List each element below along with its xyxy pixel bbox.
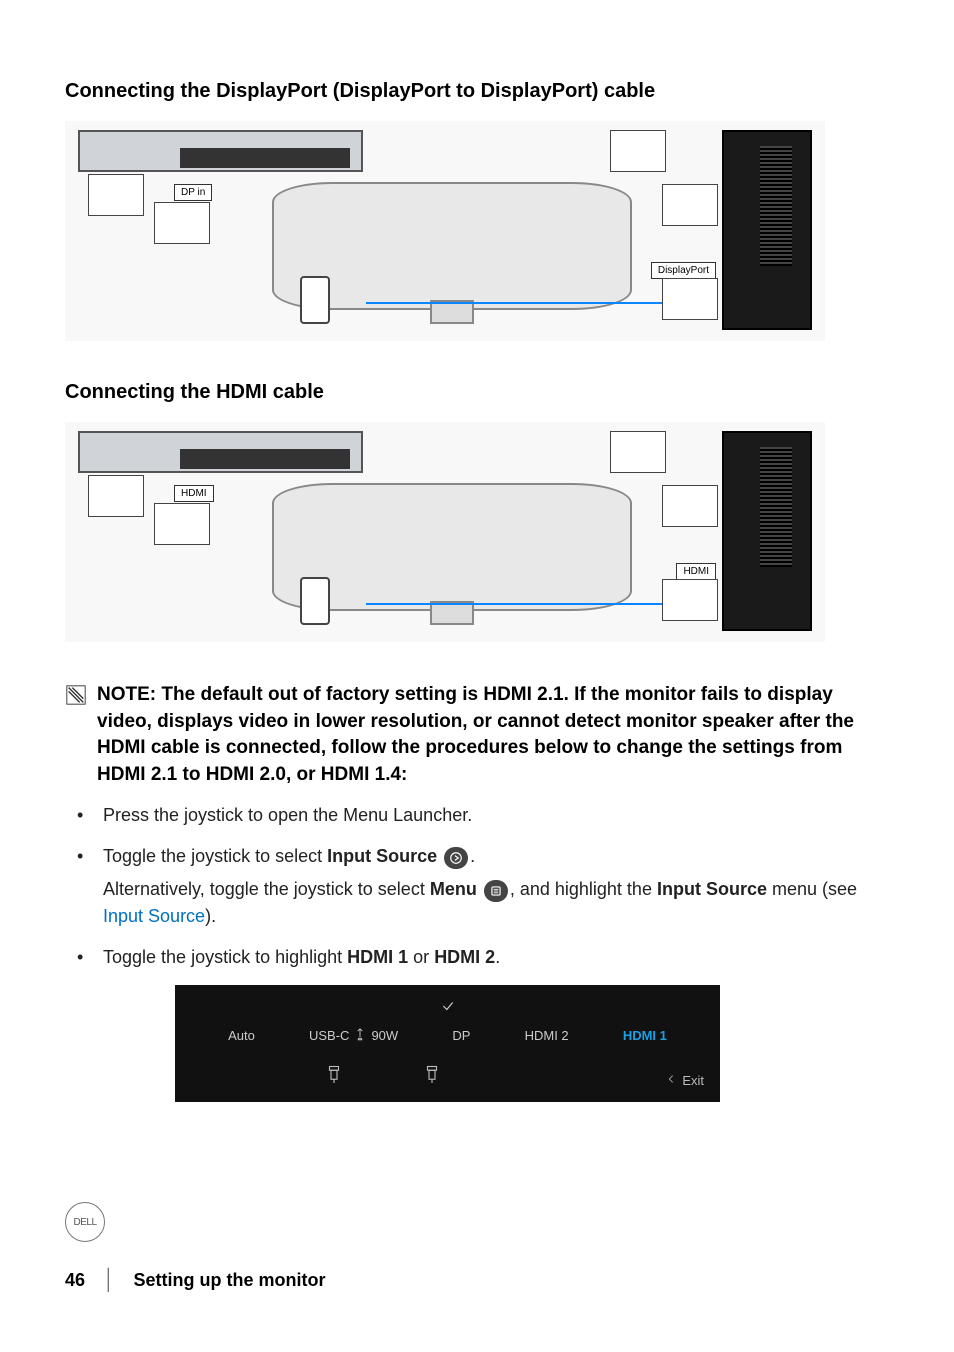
diagram-displayport: DP in DisplayPort [65, 121, 825, 341]
osd-usbc-watt: 90W [371, 1028, 398, 1043]
osd-items-row: Auto USB-C 90W DP HDMI 2 HDMI 1 [175, 1021, 720, 1050]
step-3-post: . [495, 947, 500, 967]
osd-exit[interactable]: Exit [666, 1073, 704, 1088]
footer-section-title: Setting up the monitor [134, 1270, 326, 1291]
osd-item-hdmi2[interactable]: HDMI 2 [525, 1028, 569, 1043]
pc-tower [722, 431, 812, 631]
osd-checkmark-row [175, 999, 720, 1021]
chevron-left-icon [666, 1073, 676, 1088]
pc-tower [722, 130, 812, 330]
step-2-text-pre: Toggle the joystick to select [103, 846, 327, 866]
osd-exit-label: Exit [682, 1073, 704, 1088]
osd-item-usbc[interactable]: USB-C 90W [309, 1027, 398, 1044]
step-2: Toggle the joystick to select Input Sour… [103, 843, 889, 930]
callout-cable-end-left [88, 475, 144, 517]
monitor-back-panel [78, 130, 363, 172]
wall-outlet [300, 577, 330, 625]
step-2-input-source: Input Source [327, 846, 437, 866]
callout-pc-hdmi-plug [662, 579, 718, 621]
diagram-hdmi: HDMI HDMI [65, 422, 825, 642]
check-icon [439, 999, 457, 1013]
step-2b-pre: Alternatively, toggle the joystick to se… [103, 879, 430, 899]
step-2b-mid: , and highlight the [510, 879, 657, 899]
steps-list: Press the joystick to open the Menu Laun… [65, 802, 889, 971]
label-hdmi-left: HDMI [174, 485, 214, 502]
note-text: NOTE: The default out of factory setting… [97, 682, 889, 788]
callout-pc-dp-plug [662, 278, 718, 320]
step-3: Toggle the joystick to highlight HDMI 1 … [103, 944, 889, 971]
label-dp-in: DP in [174, 184, 212, 201]
osd-item-hdmi1[interactable]: HDMI 1 [623, 1028, 667, 1043]
step-2b-end: ). [205, 906, 216, 926]
callout-cable-end-left [88, 174, 144, 216]
step-3-hdmi1: HDMI 1 [347, 947, 408, 967]
label-hdmi-right: HDMI [676, 563, 716, 580]
callout-pc-outlet [662, 485, 718, 527]
step-2b-post: menu (see [767, 879, 857, 899]
label-displayport: DisplayPort [651, 262, 716, 279]
note-block: NOTE: The default out of factory setting… [65, 682, 889, 788]
footer-separator: │ [103, 1269, 116, 1292]
cable-line [366, 603, 706, 605]
osd-port-icons-row [175, 1050, 720, 1086]
step-2b-input-source: Input Source [657, 879, 767, 899]
osd-menu: Auto USB-C 90W DP HDMI 2 HDMI 1 Exit [175, 985, 720, 1102]
callout-pc-outlet [662, 184, 718, 226]
callout-cable-end-right [610, 431, 666, 473]
step-2b-menu: Menu [430, 879, 477, 899]
osd-usbc-label: USB-C [309, 1028, 349, 1043]
port-icon [325, 1062, 343, 1086]
pc-grill [760, 146, 792, 266]
step-3-hdmi2: HDMI 2 [434, 947, 495, 967]
monitor-ports [180, 449, 350, 469]
heading-displayport: Connecting the DisplayPort (DisplayPort … [65, 80, 889, 103]
callout-hdmi-plug [154, 503, 210, 545]
wall-outlet [300, 276, 330, 324]
step-3-mid: or [408, 947, 434, 967]
page-footer: 46 │ Setting up the monitor [65, 1269, 326, 1292]
monitor-back-panel [78, 431, 363, 473]
port-icon [423, 1062, 441, 1086]
menu-icon [484, 880, 508, 902]
dell-logo: DELL [65, 1202, 105, 1242]
osd-item-auto[interactable]: Auto [228, 1028, 255, 1043]
note-icon [65, 684, 87, 706]
step-2-alt: Alternatively, toggle the joystick to se… [103, 876, 889, 930]
usb-power-icon [353, 1027, 367, 1044]
input-source-icon [444, 847, 468, 869]
heading-hdmi: Connecting the HDMI cable [65, 381, 889, 404]
osd-item-dp[interactable]: DP [452, 1028, 470, 1043]
cable-line [366, 302, 706, 304]
step-2-post: . [470, 846, 475, 866]
page-number: 46 [65, 1270, 85, 1291]
link-input-source[interactable]: Input Source [103, 906, 205, 926]
pc-grill [760, 447, 792, 567]
monitor-ports [180, 148, 350, 168]
callout-dp-plug [154, 202, 210, 244]
step-1: Press the joystick to open the Menu Laun… [103, 802, 889, 829]
step-3-pre: Toggle the joystick to highlight [103, 947, 347, 967]
callout-cable-end-right [610, 130, 666, 172]
